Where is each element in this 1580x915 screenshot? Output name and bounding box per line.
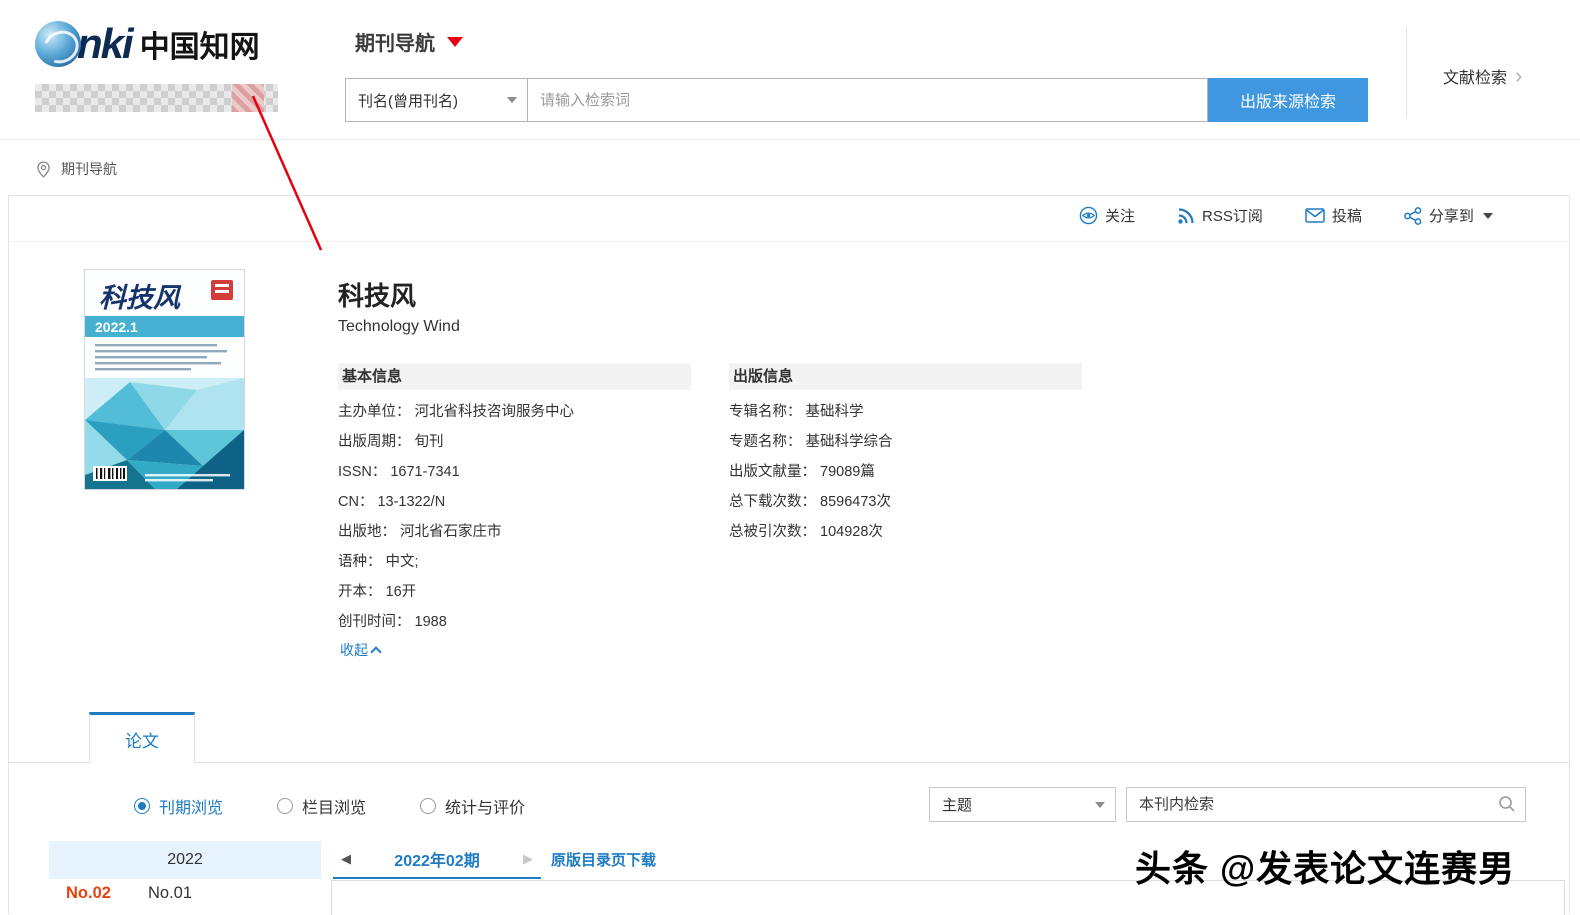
rss-subscribe-button[interactable]: RSS订阅: [1177, 205, 1263, 226]
pub-info-heading: 出版信息: [729, 363, 1082, 390]
info-row-downloads: 总下载次数： 8596473次: [729, 494, 891, 510]
collapse-label: 收起: [340, 642, 368, 658]
issue-nav: ◀ 2022年02期 ▶: [333, 841, 541, 879]
inner-search-wrap: [1126, 787, 1526, 822]
journal-cover: 科技风 2022.1: [84, 269, 245, 490]
info-row-language: 语种： 中文;: [338, 554, 419, 570]
rss-label: RSS订阅: [1202, 208, 1263, 225]
info-row-issn: ISSN： 1671-7341: [338, 464, 460, 480]
caret-down-icon: [1482, 212, 1493, 219]
info-row-topic: 专题名称： 基础科学综合: [729, 434, 893, 450]
share-button[interactable]: 分享到: [1404, 205, 1493, 226]
info-row-place: 出版地： 河北省石家庄市: [338, 524, 502, 540]
envelope-icon: [1305, 208, 1325, 223]
share-label: 分享到: [1428, 208, 1474, 225]
info-row-sponsor: 主办单位： 河北省科技咨询服务中心: [338, 404, 574, 420]
info-row-founded: 创刊时间： 1988: [338, 614, 447, 630]
eye-icon: [1079, 206, 1098, 225]
watermark-text: 头条 @发表论文连赛男: [1135, 848, 1516, 889]
publication-source-search-button[interactable]: 出版来源检索: [1208, 78, 1368, 122]
browse-mode-row: 刊期浏览 栏目浏览 统计与评价: [134, 788, 525, 824]
cover-title-text: 科技风: [99, 283, 182, 313]
search-input[interactable]: [528, 78, 1208, 122]
radio-column-browse[interactable]: 栏目浏览: [277, 794, 366, 818]
share-icon: [1404, 206, 1422, 225]
document-search-label: 文献检索: [1443, 70, 1508, 87]
cnki-globe-icon: [35, 21, 81, 67]
info-row-format: 开本： 16开: [338, 584, 417, 600]
breadcrumb[interactable]: 期刊导航: [36, 159, 117, 179]
document-search-link[interactable]: 文献检索 ›: [1443, 64, 1522, 88]
issue-no-01[interactable]: No.01: [148, 884, 192, 903]
follow-label: 关注: [1105, 208, 1136, 225]
prev-issue-arrow-icon[interactable]: ◀: [341, 851, 351, 867]
journal-nav-title: 期刊导航: [355, 33, 435, 55]
tab-separator-line: [9, 762, 1569, 763]
basic-info-heading: 基本信息: [338, 363, 691, 390]
original-toc-download-link[interactable]: 原版目录页下载: [551, 849, 656, 870]
blurred-region: [35, 84, 278, 112]
tab-papers[interactable]: 论文: [89, 712, 195, 763]
publication-search-bar: 刊名(曾用刊名) 出版来源检索: [345, 78, 1368, 122]
journal-nav-title-dropdown[interactable]: 期刊导航: [355, 27, 463, 56]
info-row-frequency: 出版周期： 旬刊: [338, 434, 444, 450]
journal-title: 科技风: [338, 281, 417, 311]
info-row-cn: CN： 13-1322/N: [338, 494, 446, 510]
search-field-dropdown[interactable]: 刊名(曾用刊名): [345, 78, 528, 122]
issue-no-02[interactable]: No.02: [66, 884, 111, 903]
contribute-button[interactable]: 投稿: [1305, 205, 1362, 226]
breadcrumb-label: 期刊导航: [61, 161, 117, 177]
follow-button[interactable]: 关注: [1079, 205, 1135, 226]
search-field-value: 刊名(曾用刊名): [358, 92, 458, 110]
cnki-logo[interactable]: nki 中国知网: [35, 20, 260, 68]
radio-label: 栏目浏览: [302, 800, 367, 817]
header-divider: [1406, 28, 1407, 118]
magnifier-icon[interactable]: [1498, 795, 1516, 813]
chevron-down-icon: [1095, 801, 1105, 808]
logo-nki-text: nki: [77, 20, 134, 67]
rss-icon: [1178, 207, 1194, 224]
radio-label: 统计与评价: [445, 800, 526, 817]
journal-inner-search-input[interactable]: [1126, 787, 1526, 822]
year-item-2022[interactable]: 2022: [49, 841, 321, 879]
journal-actions: 关注 RSS订阅 投稿 分享到: [1079, 205, 1493, 226]
blurred-region-red: [232, 84, 264, 112]
logo-chinese-text: 中国知网: [139, 30, 260, 65]
info-row-citations: 总被引次数： 104928次: [729, 524, 883, 540]
chevron-up-icon: [370, 646, 382, 658]
basic-info-list: 主办单位： 河北省科技咨询服务中心 出版周期： 旬刊 ISSN： 1671-7341 …: [338, 397, 574, 637]
radio-icon: [134, 798, 150, 814]
radio-issue-browse[interactable]: 刊期浏览: [134, 794, 223, 818]
cover-issue-text: 2022.1: [95, 319, 138, 335]
next-issue-arrow-icon[interactable]: ▶: [523, 851, 533, 867]
header: nki 中国知网 期刊导航 刊名(曾用刊名) 出版来源检索 文献检索 ›: [0, 0, 1580, 140]
radio-label: 刊期浏览: [159, 800, 224, 817]
journal-detail-panel: 关注 RSS订阅 投稿 分享到 科技风 2022.1 科技风 Technolog…: [8, 195, 1570, 915]
topic-dropdown-value: 主题: [942, 797, 973, 814]
radio-icon: [277, 798, 294, 814]
radio-stats-evaluation[interactable]: 统计与评价: [420, 794, 525, 818]
info-row-series: 专辑名称： 基础科学: [729, 404, 864, 420]
pub-info-list: 专辑名称： 基础科学 专题名称： 基础科学综合 出版文献量： 79089篇 总下载次数…: [729, 397, 893, 547]
current-issue-label[interactable]: 2022年02期: [394, 847, 479, 871]
location-pin-icon: [37, 160, 50, 178]
collapse-link[interactable]: 收起: [340, 640, 382, 660]
chevron-right-icon: ›: [1515, 63, 1523, 88]
radio-icon: [420, 798, 437, 814]
chevron-down-icon: [507, 97, 517, 103]
contribute-label: 投稿: [1331, 208, 1362, 225]
journal-title-en: Technology Wind: [338, 318, 460, 335]
info-row-doc-count: 出版文献量： 79089篇: [729, 464, 875, 480]
red-caret-down-icon: [447, 36, 463, 47]
topic-dropdown[interactable]: 主题: [929, 787, 1116, 822]
journal-cover-art: 科技风 2022.1: [85, 270, 244, 489]
